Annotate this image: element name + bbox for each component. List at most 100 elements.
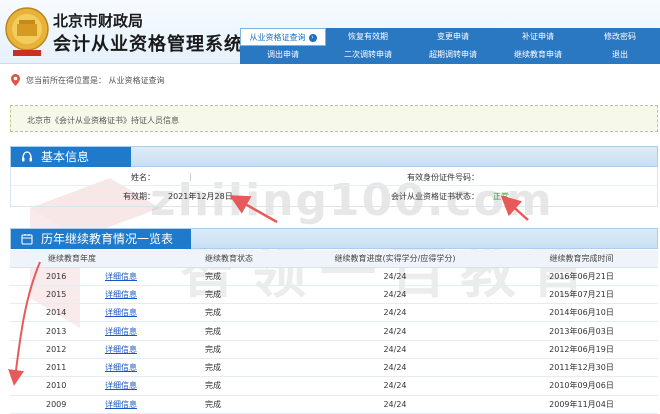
complete-date-cell: 2010年09月06日 bbox=[505, 376, 658, 396]
basic-info-body: 姓名： | 有效身份证件号码： 有效期： 2021年12月28日 会计从业资格证… bbox=[10, 167, 658, 207]
education-history-header: 历年继续教育情况一览表 bbox=[10, 228, 658, 249]
detail-cell: 详细信息 bbox=[105, 395, 165, 414]
breadcrumb: 您当前所在得位置是： 从业资格证查询 bbox=[0, 70, 660, 92]
detail-cell: 详细信息 bbox=[105, 267, 165, 286]
table-row: 2015 详细信息 完成 24/24 2015年07月21日 bbox=[10, 285, 658, 305]
year-cell: 2013 bbox=[10, 321, 105, 341]
detail-cell: 详细信息 bbox=[105, 358, 165, 378]
cert-status-value: 正常 bbox=[493, 192, 509, 201]
detail-link[interactable]: 详细信息 bbox=[105, 272, 137, 281]
complete-date-cell: 2015年07月21日 bbox=[505, 285, 658, 305]
nav-cert-query[interactable]: 从业资格证查询 › bbox=[240, 28, 326, 46]
table-body: 2016 详细信息 完成 24/24 2016年06月21日 2015 详细信息 完成 24/2… bbox=[10, 267, 658, 414]
progress-cell: 24/24 bbox=[285, 321, 505, 341]
valid-until-label: 有效期： bbox=[123, 192, 155, 201]
detail-link[interactable]: 详细信息 bbox=[105, 327, 137, 336]
main-nav: 从业资格证查询 › 恢复有效期 变更申请 补证申请 修改密码 调出申请 二次调转申… bbox=[240, 22, 660, 64]
education-history-tab: 历年继续教育情况一览表 bbox=[11, 229, 191, 249]
year-cell: 2011 bbox=[10, 358, 105, 378]
basic-row-2: 有效期： 2021年12月28日 会计从业资格证书状态： 正常 bbox=[11, 186, 657, 205]
complete-date-cell: 2011年12月30日 bbox=[505, 358, 658, 378]
state-cell: 完成 bbox=[165, 267, 285, 286]
table-row: 2016 详细信息 完成 24/24 2016年06月21日 bbox=[10, 267, 658, 286]
nav-continuing-education[interactable]: 继续教育申请 bbox=[496, 46, 580, 64]
org-name: 北京市财政局 bbox=[53, 12, 144, 30]
state-cell: 完成 bbox=[165, 358, 285, 378]
progress-cell: 24/24 bbox=[285, 376, 505, 396]
basic-info-tab: 基本信息 bbox=[11, 147, 131, 167]
year-cell: 2016 bbox=[10, 267, 105, 286]
detail-cell: 详细信息 bbox=[105, 303, 165, 323]
progress-cell: 24/24 bbox=[285, 395, 505, 414]
detail-cell: 详细信息 bbox=[105, 340, 165, 359]
name-value: | bbox=[189, 172, 192, 181]
nav-overdue-transfer[interactable]: 超期调转申请 bbox=[410, 46, 496, 64]
table-row: 2009 详细信息 完成 24/24 2009年11月04日 bbox=[10, 395, 658, 414]
progress-cell: 24/24 bbox=[285, 285, 505, 305]
nav-logout[interactable]: 退出 bbox=[580, 46, 660, 64]
calendar-icon bbox=[21, 234, 33, 245]
complete-date-cell: 2009年11月04日 bbox=[505, 395, 658, 414]
col-year: 继续教育年度 bbox=[10, 250, 165, 268]
detail-link[interactable]: 详细信息 bbox=[105, 345, 137, 354]
system-name: 会计从业资格管理系统 bbox=[53, 34, 243, 55]
table-row: 2014 详细信息 完成 24/24 2014年06月10日 bbox=[10, 303, 658, 323]
detail-link[interactable]: 详细信息 bbox=[105, 290, 137, 299]
detail-link[interactable]: 详细信息 bbox=[105, 308, 137, 317]
nav-change-request[interactable]: 变更申请 bbox=[410, 28, 496, 46]
col-state: 继续教育状态 bbox=[165, 250, 285, 268]
nav-reissue-request[interactable]: 补证申请 bbox=[496, 28, 580, 46]
valid-until-value: 2021年12月28日 bbox=[168, 192, 233, 201]
complete-date-cell: 2013年06月03日 bbox=[505, 321, 658, 341]
progress-cell: 24/24 bbox=[285, 340, 505, 359]
nav-restore-validity[interactable]: 恢复有效期 bbox=[326, 28, 410, 46]
year-cell: 2015 bbox=[10, 285, 105, 305]
year-cell: 2014 bbox=[10, 303, 105, 323]
progress-cell: 24/24 bbox=[285, 303, 505, 323]
nav-second-transfer[interactable]: 二次调转申请 bbox=[326, 46, 410, 64]
state-cell: 完成 bbox=[165, 321, 285, 341]
nav-change-password[interactable]: 修改密码 bbox=[580, 28, 660, 46]
state-cell: 完成 bbox=[165, 285, 285, 305]
year-cell: 2012 bbox=[10, 340, 105, 359]
progress-cell: 24/24 bbox=[285, 267, 505, 286]
basic-row-1: 姓名： | 有效身份证件号码： bbox=[11, 167, 657, 186]
table-header-row: 继续教育年度 继续教育状态 继续教育进度(实得学分/应得学分) 继续教育完成时间 bbox=[10, 250, 658, 268]
notice-text: 北京市《会计从业资格证书》持证人员信息 bbox=[27, 116, 179, 125]
education-history-title: 历年继续教育情况一览表 bbox=[41, 232, 174, 246]
detail-link[interactable]: 详细信息 bbox=[105, 363, 137, 372]
detail-cell: 详细信息 bbox=[105, 285, 165, 305]
detail-link[interactable]: 详细信息 bbox=[105, 400, 137, 409]
col-complete-date: 继续教育完成时间 bbox=[505, 250, 658, 268]
basic-info-title: 基本信息 bbox=[41, 150, 90, 164]
education-history-table: 继续教育年度 继续教育状态 继续教育进度(实得学分/应得学分) 继续教育完成时间… bbox=[10, 250, 658, 414]
table-row: 2011 详细信息 完成 24/24 2011年12月30日 bbox=[10, 358, 658, 378]
detail-cell: 详细信息 bbox=[105, 321, 165, 341]
holder-info-notice: 北京市《会计从业资格证书》持证人员信息 bbox=[10, 105, 658, 132]
arrow-circle-icon: › bbox=[308, 33, 317, 42]
year-cell: 2010 bbox=[10, 376, 105, 396]
location-pin-icon bbox=[11, 74, 20, 86]
table-row: 2013 详细信息 完成 24/24 2013年06月03日 bbox=[10, 321, 658, 341]
emblem-logo bbox=[5, 7, 49, 56]
basic-info-header: 基本信息 bbox=[10, 146, 658, 167]
id-number-label: 有效身份证件号码： bbox=[407, 173, 479, 182]
year-cell: 2009 bbox=[10, 395, 105, 414]
col-progress: 继续教育进度(实得学分/应得学分) bbox=[285, 250, 505, 268]
complete-date-cell: 2016年06月21日 bbox=[505, 267, 658, 286]
state-cell: 完成 bbox=[165, 395, 285, 414]
progress-cell: 24/24 bbox=[285, 358, 505, 378]
complete-date-cell: 2014年06月10日 bbox=[505, 303, 658, 323]
nav-cert-query-label: 从业资格证查询 bbox=[249, 33, 306, 42]
app-header: 北京市财政局 会计从业资格管理系统 从业资格证查询 › 恢复有效期 变更申请 补证… bbox=[0, 0, 660, 64]
detail-link[interactable]: 详细信息 bbox=[105, 381, 137, 390]
cert-status-label: 会计从业资格证书状态： bbox=[391, 192, 479, 201]
nav-transfer-out[interactable]: 调出申请 bbox=[240, 46, 326, 64]
table-row: 2010 详细信息 完成 24/24 2010年09月06日 bbox=[10, 376, 658, 396]
breadcrumb-text: 您当前所在得位置是： 从业资格证查询 bbox=[26, 76, 165, 85]
complete-date-cell: 2012年06月19日 bbox=[505, 340, 658, 359]
headset-icon bbox=[22, 151, 32, 162]
name-label: 姓名： bbox=[131, 173, 155, 182]
table-row: 2012 详细信息 完成 24/24 2012年06月19日 bbox=[10, 340, 658, 359]
detail-cell: 详细信息 bbox=[105, 376, 165, 396]
